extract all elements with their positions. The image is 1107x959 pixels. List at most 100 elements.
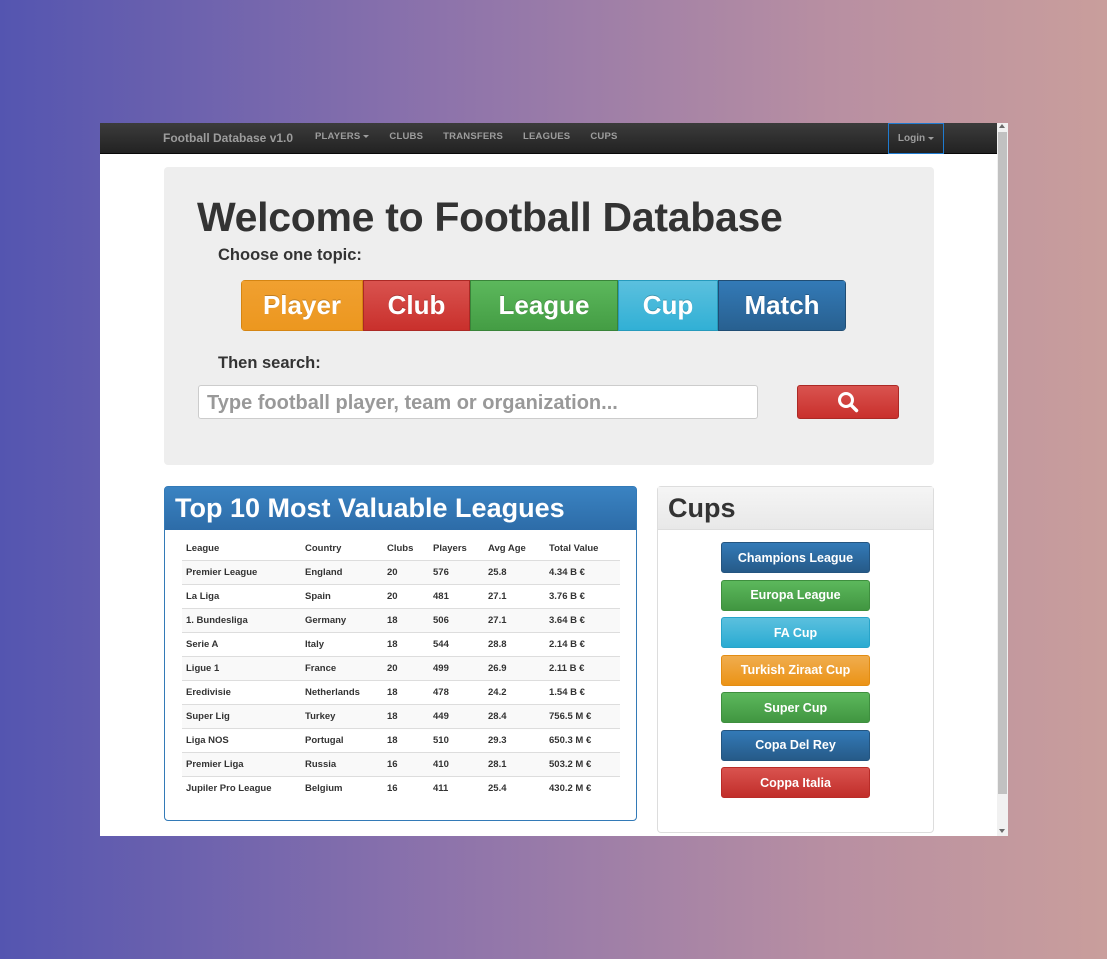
leagues-panel: Top 10 Most Valuable Leagues League Coun…: [164, 486, 637, 821]
table-cell: 18: [383, 679, 429, 704]
col-clubs: Clubs: [383, 538, 429, 561]
table-row: Jupiler Pro League Belgium 16 411 25.4 430.2 …: [182, 775, 620, 800]
table-cell: 2.14 B €: [545, 631, 620, 656]
table-cell: Eredivisie: [182, 679, 301, 704]
topic-cup-button[interactable]: Cup: [618, 280, 718, 331]
nav-transfers[interactable]: TRANSFERS: [443, 131, 503, 142]
table-cell: 25.8: [484, 559, 545, 584]
table-cell: 18: [383, 607, 429, 632]
topic-button-group: Player Club League Cup Match: [241, 280, 846, 331]
table-row: 1. Bundesliga Germany 18 506 27.1 3.64 B €: [182, 607, 620, 632]
cup-europa-league-button[interactable]: Europa League: [721, 579, 870, 611]
table-cell: 4.34 B €: [545, 559, 620, 584]
table-cell: 27.1: [484, 583, 545, 608]
cup-super-cup-button[interactable]: Super Cup: [721, 692, 870, 723]
table-cell: Russia: [301, 751, 383, 776]
table-cell: Portugal: [301, 727, 383, 752]
table-cell: 25.4: [484, 775, 545, 800]
table-cell: 499: [429, 655, 484, 680]
topic-league-button[interactable]: League: [470, 280, 618, 331]
navbar-brand[interactable]: Football Database v1.0: [163, 131, 293, 145]
table-cell: 3.64 B €: [545, 607, 620, 632]
leagues-panel-title: Top 10 Most Valuable Leagues: [165, 487, 636, 530]
col-avg-age: Avg Age: [484, 538, 545, 561]
table-cell: 1. Bundesliga: [182, 607, 301, 632]
nav-players[interactable]: PLAYERS: [315, 131, 370, 142]
table-cell: 544: [429, 631, 484, 656]
table-cell: 16: [383, 751, 429, 776]
cup-champions-league-button[interactable]: Champions League: [721, 542, 870, 573]
chevron-down-icon: [928, 137, 935, 140]
leagues-table-body: Premier League England 20 576 25.8 4.34 B € La…: [182, 559, 620, 800]
cup-copa-del-rey-button[interactable]: Copa Del Rey: [721, 729, 870, 761]
browser-window: Football Database v1.0 PLAYERS CLUBS TRA…: [100, 123, 1008, 836]
table-cell: Premier League: [182, 559, 301, 584]
table-row: Premier League England 20 576 25.8 4.34 B €: [182, 559, 620, 584]
table-cell: Serie A: [182, 631, 301, 656]
table-cell: Premier Liga: [182, 751, 301, 776]
cups-panel: Cups Champions League Europa League FA C…: [657, 486, 934, 833]
table-header-row: League Country Clubs Players Avg Age Tot…: [182, 538, 620, 561]
table-cell: Jupiler Pro League: [182, 775, 301, 800]
topic-match-button[interactable]: Match: [718, 280, 846, 331]
scrollbar[interactable]: [997, 123, 1008, 836]
cup-turkish-ziraat-cup-button[interactable]: Turkish Ziraat Cup: [721, 654, 870, 686]
table-cell: 20: [383, 583, 429, 608]
table-row: Serie A Italy 18 544 28.8 2.14 B €: [182, 631, 620, 656]
nav-links: PLAYERS CLUBS TRANSFERS LEAGUES CUPS: [315, 131, 638, 142]
table-row: Premier Liga Russia 16 410 28.1 503.2 M €: [182, 751, 620, 776]
table-cell: Italy: [301, 631, 383, 656]
search-icon: [838, 392, 859, 413]
col-country: Country: [301, 538, 383, 561]
table-cell: La Liga: [182, 583, 301, 608]
cups-panel-title: Cups: [658, 487, 933, 530]
topic-player-button[interactable]: Player: [241, 280, 363, 331]
table-cell: 756.5 M €: [545, 703, 620, 728]
table-cell: 481: [429, 583, 484, 608]
page-title: Welcome to Football Database: [197, 194, 783, 240]
choose-topic-label: Choose one topic:: [218, 246, 362, 264]
scrollbar-thumb[interactable]: [998, 132, 1007, 794]
table-cell: 28.1: [484, 751, 545, 776]
table-cell: 430.2 M €: [545, 775, 620, 800]
cup-coppa-italia-button[interactable]: Coppa Italia: [721, 767, 870, 798]
scroll-down-icon[interactable]: [999, 829, 1005, 833]
table-row: Super Lig Turkey 18 449 28.4 756.5 M €: [182, 703, 620, 728]
table-cell: 2.11 B €: [545, 655, 620, 680]
table-row: Liga NOS Portugal 18 510 29.3 650.3 M €: [182, 727, 620, 752]
nav-cups[interactable]: CUPS: [590, 131, 617, 142]
table-cell: 18: [383, 703, 429, 728]
then-search-label: Then search:: [218, 354, 321, 372]
table-cell: 20: [383, 559, 429, 584]
leagues-table: League Country Clubs Players Avg Age Tot…: [182, 538, 620, 800]
col-players: Players: [429, 538, 484, 561]
table-cell: 650.3 M €: [545, 727, 620, 752]
nav-leagues[interactable]: LEAGUES: [523, 131, 570, 142]
topic-club-button[interactable]: Club: [363, 280, 470, 331]
chevron-down-icon: [363, 134, 370, 138]
table-cell: Spain: [301, 583, 383, 608]
table-cell: 24.2: [484, 679, 545, 704]
cup-fa-cup-button[interactable]: FA Cup: [721, 617, 870, 648]
table-cell: 26.9: [484, 655, 545, 680]
table-cell: Belgium: [301, 775, 383, 800]
table-cell: 20: [383, 655, 429, 680]
table-cell: Liga NOS: [182, 727, 301, 752]
login-label: Login: [897, 133, 926, 144]
table-cell: Super Lig: [182, 703, 301, 728]
table-cell: 506: [429, 607, 484, 632]
table-cell: 18: [383, 727, 429, 752]
table-cell: 510: [429, 727, 484, 752]
table-cell: 16: [383, 775, 429, 800]
search-input[interactable]: Type football player, team or organizati…: [198, 385, 758, 419]
table-cell: 28.8: [484, 631, 545, 656]
table-cell: 27.1: [484, 607, 545, 632]
search-button[interactable]: [797, 385, 899, 419]
login-dropdown[interactable]: Login: [888, 123, 944, 154]
table-cell: 410: [429, 751, 484, 776]
table-cell: 478: [429, 679, 484, 704]
scroll-up-icon[interactable]: [999, 124, 1005, 128]
nav-clubs[interactable]: CLUBS: [389, 131, 423, 142]
table-cell: Netherlands: [301, 679, 383, 704]
cup-button-list: Champions League Europa League FA Cup Tu…: [721, 542, 870, 805]
